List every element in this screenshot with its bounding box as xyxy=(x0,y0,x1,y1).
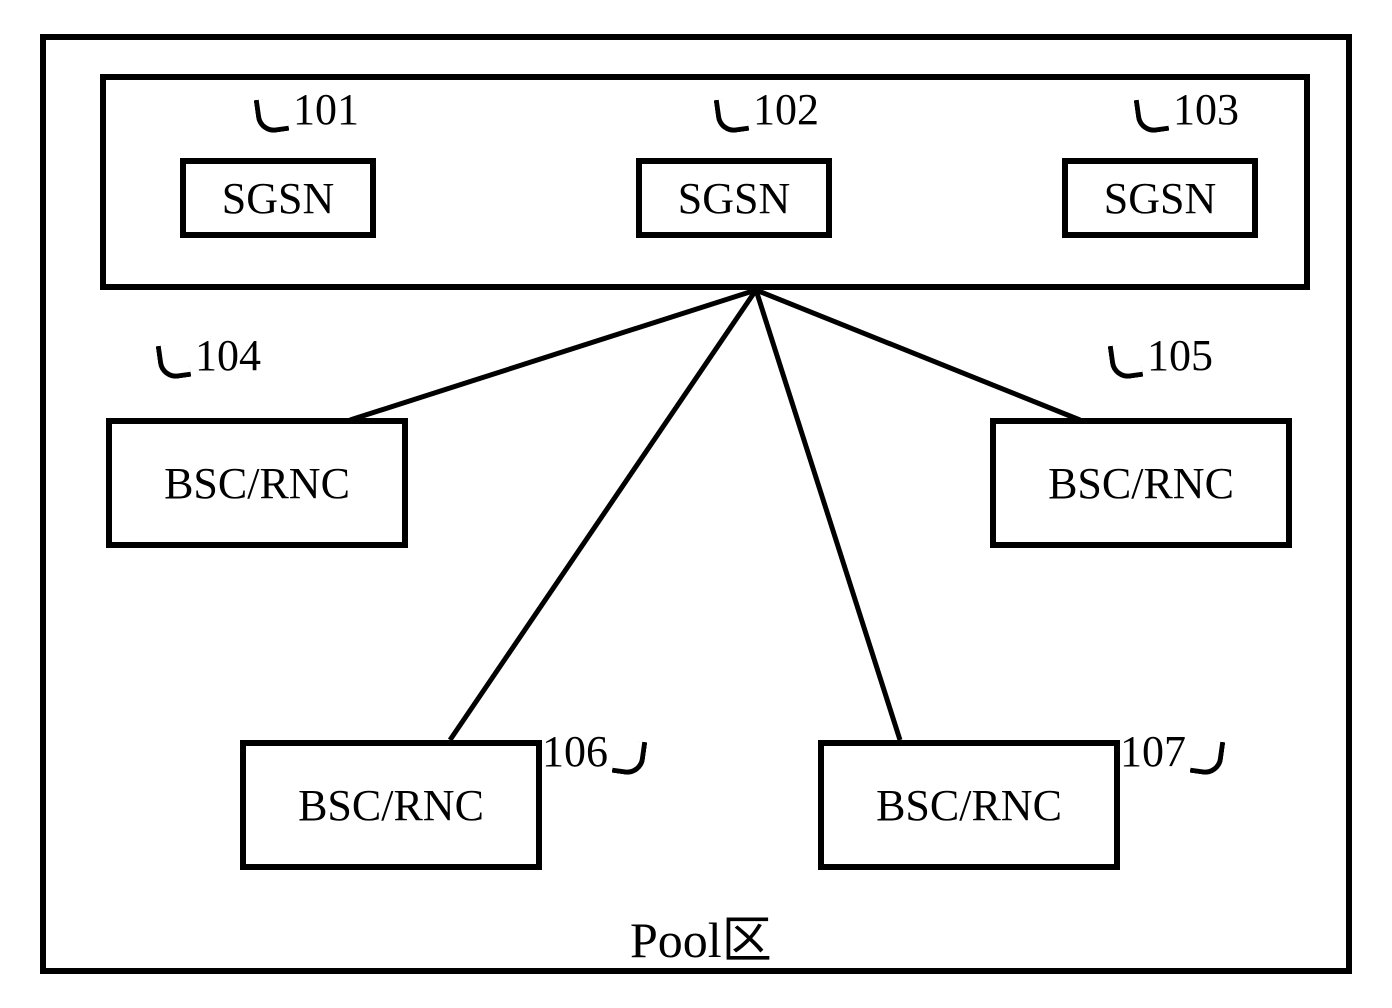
ref-text: 106 xyxy=(542,726,608,777)
ref-hook-icon xyxy=(612,738,648,777)
ref-hook-icon xyxy=(1134,96,1170,135)
pool-label: Pool区 xyxy=(630,900,772,972)
node-bscrnc-104: BSC/RNC xyxy=(106,418,408,548)
ref-text: 101 xyxy=(293,84,359,135)
ref-label-107: 107 xyxy=(1120,726,1223,777)
ref-text: 105 xyxy=(1147,330,1213,381)
node-label: SGSN xyxy=(678,173,791,224)
ref-label-104: 104 xyxy=(158,330,261,381)
node-label: BSC/RNC xyxy=(298,780,484,831)
ref-text: 107 xyxy=(1120,726,1186,777)
ref-label-103: 103 xyxy=(1136,84,1239,135)
ref-label-102: 102 xyxy=(716,84,819,135)
node-sgsn-101: SGSN xyxy=(180,158,376,238)
ref-text: 104 xyxy=(195,330,261,381)
ref-hook-icon xyxy=(714,96,750,135)
ref-hook-icon xyxy=(1190,738,1226,777)
ref-text: 103 xyxy=(1173,84,1239,135)
ref-hook-icon xyxy=(254,96,290,135)
node-label: BSC/RNC xyxy=(1048,458,1234,509)
node-bscrnc-106: BSC/RNC xyxy=(240,740,542,870)
ref-hook-icon xyxy=(156,342,192,381)
pool-label-text: Pool区 xyxy=(630,912,772,968)
ref-label-105: 105 xyxy=(1110,330,1213,381)
node-sgsn-102: SGSN xyxy=(636,158,832,238)
diagram-canvas: 101 SGSN 102 SGSN 103 SGSN 104 BSC/RNC 1… xyxy=(0,0,1392,1008)
node-label: SGSN xyxy=(1104,173,1217,224)
node-label: BSC/RNC xyxy=(164,458,350,509)
ref-text: 102 xyxy=(753,84,819,135)
ref-label-106: 106 xyxy=(542,726,645,777)
node-label: SGSN xyxy=(222,173,335,224)
node-label: BSC/RNC xyxy=(876,780,1062,831)
ref-label-101: 101 xyxy=(256,84,359,135)
node-bscrnc-107: BSC/RNC xyxy=(818,740,1120,870)
node-bscrnc-105: BSC/RNC xyxy=(990,418,1292,548)
node-sgsn-103: SGSN xyxy=(1062,158,1258,238)
ref-hook-icon xyxy=(1108,342,1144,381)
